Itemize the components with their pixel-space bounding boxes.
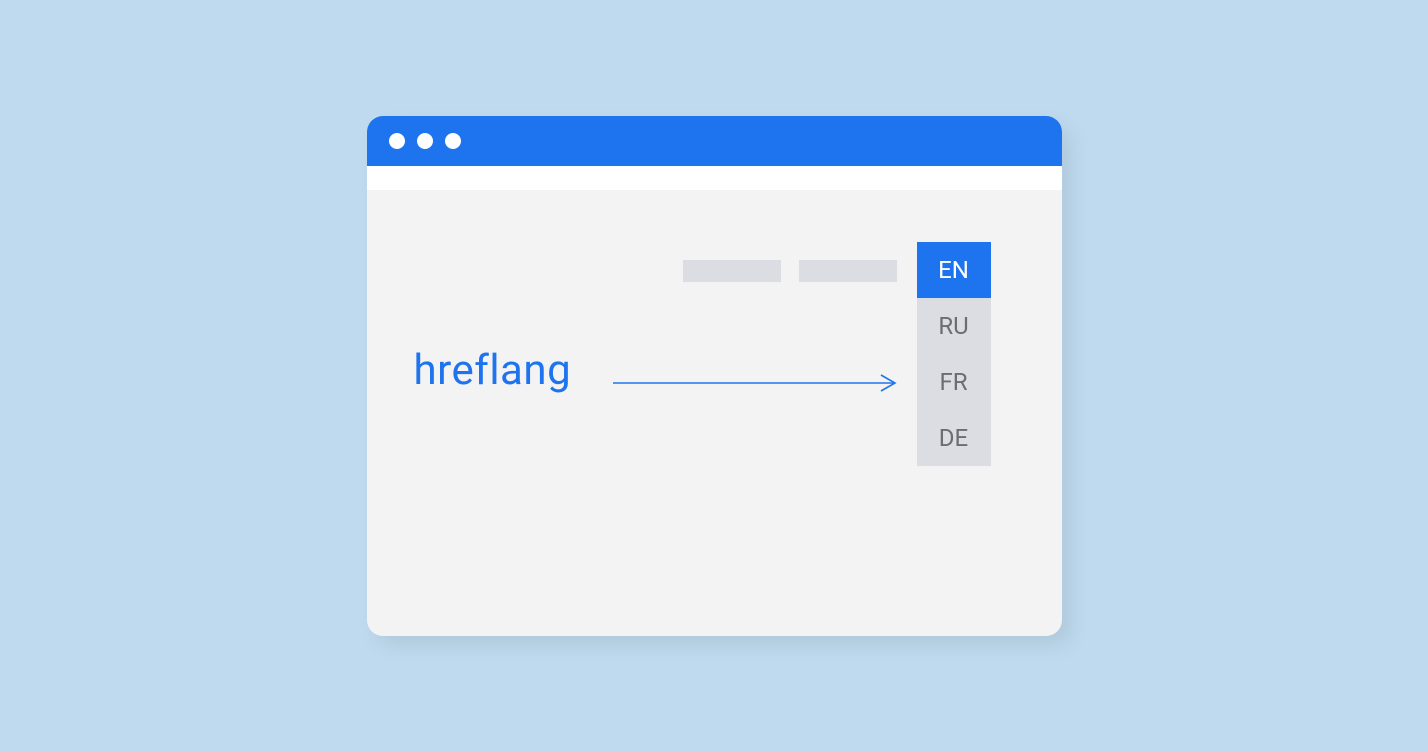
nav-placeholder	[683, 260, 781, 282]
language-option-fr[interactable]: FR	[917, 354, 991, 410]
browser-titlebar	[367, 116, 1062, 166]
arrow-icon	[613, 373, 903, 393]
language-selected[interactable]: EN	[917, 242, 991, 298]
hreflang-label: hreflang	[414, 346, 572, 395]
window-dot-icon	[417, 133, 433, 149]
window-dot-icon	[445, 133, 461, 149]
browser-window: EN RU FR DE hreflang	[367, 116, 1062, 636]
browser-addressbar	[367, 166, 1062, 190]
language-option-de[interactable]: DE	[917, 410, 991, 466]
browser-content: EN RU FR DE hreflang	[367, 190, 1062, 636]
nav-placeholder	[799, 260, 897, 282]
window-dot-icon	[389, 133, 405, 149]
language-option-ru[interactable]: RU	[917, 298, 991, 354]
